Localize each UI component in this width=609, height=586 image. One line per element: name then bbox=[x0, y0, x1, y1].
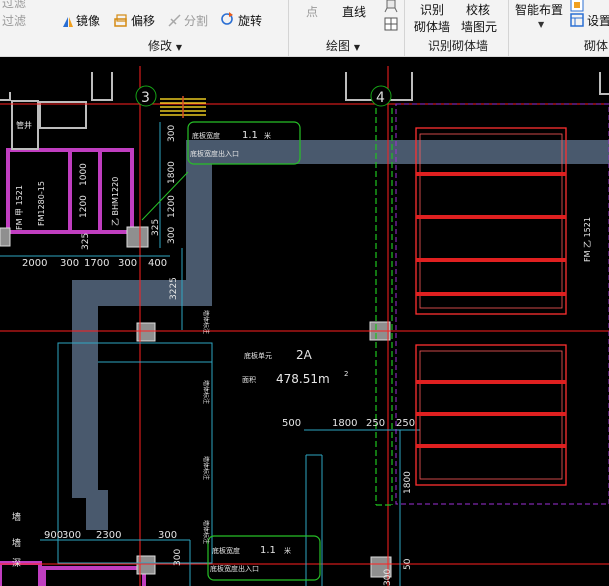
axis-label-4: 4 bbox=[376, 90, 385, 106]
dim-v-300: 300 bbox=[167, 125, 177, 142]
cad-drawing-canvas[interactable]: 3 4 底板宽度 1.1 米 底板宽度出入口 底板宽度 1.1 米 底板宽度出入… bbox=[0, 57, 609, 586]
dim-v-1800: 1800 bbox=[167, 161, 177, 184]
axis-label-3: 3 bbox=[141, 90, 150, 106]
duct-tags: 墙体标注 墙体标注 墙体标注 墙体标注 bbox=[202, 310, 210, 544]
room-name: 2A bbox=[296, 348, 313, 362]
top-walls bbox=[0, 72, 609, 150]
dim-300d: 300 bbox=[158, 530, 177, 541]
dim-2300: 2300 bbox=[96, 530, 121, 541]
dim-v-300b: 300 bbox=[167, 227, 177, 244]
split-button[interactable]: 分割 bbox=[184, 12, 208, 29]
draw-group-text: 绘图 bbox=[326, 39, 351, 53]
draw-group-label[interactable]: 绘图 ▼ bbox=[326, 37, 360, 54]
smart-layout-button[interactable]: 智能布置 bbox=[515, 1, 563, 18]
door-label-bhm: 乙 BHM1220 bbox=[111, 177, 120, 226]
door-label-fm1280: FM1280-15 bbox=[37, 181, 46, 226]
filter-button-2[interactable]: 过滤 bbox=[2, 12, 26, 29]
chevron-down-icon: ▼ bbox=[353, 43, 360, 52]
dim-v-3225: 3225 bbox=[169, 277, 179, 300]
group-divider bbox=[508, 0, 509, 56]
settings-icon bbox=[570, 12, 584, 27]
check-wall-button[interactable]: 校核 bbox=[466, 1, 490, 18]
dim-2000: 2000 bbox=[22, 258, 47, 269]
callout-top-note: 底板宽度出入口 bbox=[190, 149, 239, 158]
svg-text:墙体标注: 墙体标注 bbox=[202, 310, 210, 334]
room-label: 底板单元 bbox=[244, 351, 272, 360]
identify-wall-button[interactable]: 识别 bbox=[420, 1, 444, 18]
dim-300b: 300 bbox=[118, 258, 137, 269]
dim-v-325: 325 bbox=[151, 219, 161, 236]
chevron-down-icon: ▼ bbox=[175, 43, 182, 52]
drawing-svg: 3 4 底板宽度 1.1 米 底板宽度出入口 底板宽度 1.1 米 底板宽度出入… bbox=[0, 66, 609, 586]
dim-small-1200: 1200 bbox=[79, 195, 89, 218]
callout-bottom-unit: 米 bbox=[284, 546, 291, 555]
group-divider bbox=[404, 0, 405, 56]
ribbon-toolbar: 过滤 过滤 镜像 偏移 分割 旋转 修改 ▼ 点 直线 绘图 ▼ 识别 砌体墙 … bbox=[0, 0, 609, 57]
offset-icon bbox=[114, 12, 128, 27]
dim-1800-h: 1800 bbox=[332, 418, 357, 429]
area-superscript: 2 bbox=[344, 370, 348, 378]
dim-900: 900 bbox=[44, 530, 63, 541]
callout-bottom-title: 底板宽度 bbox=[212, 546, 240, 555]
dim-50-v: 50 bbox=[403, 558, 413, 570]
svg-text:墙体标注: 墙体标注 bbox=[202, 520, 210, 544]
point-button[interactable]: 点 bbox=[306, 3, 318, 20]
dim-1800-v: 1800 bbox=[403, 471, 413, 494]
left-text-2: 墙 bbox=[12, 537, 21, 549]
dim-300-v: 300 bbox=[383, 569, 393, 586]
check-wall-button-line2[interactable]: 墙图元 bbox=[461, 18, 497, 35]
wall-settings-icon bbox=[570, 0, 584, 12]
dim-250b: 250 bbox=[396, 418, 415, 429]
chevron-down-icon[interactable]: ▼ bbox=[538, 20, 544, 29]
callout-top bbox=[141, 121, 301, 221]
pin-icon bbox=[384, 0, 398, 13]
mirror-button[interactable]: 镜像 bbox=[76, 12, 100, 29]
dim-300a: 300 bbox=[60, 258, 79, 269]
dim-500: 500 bbox=[282, 418, 301, 429]
filter-button[interactable]: 过滤 bbox=[2, 0, 26, 11]
rotate-button[interactable]: 旋转 bbox=[238, 12, 262, 29]
callout-bottom-note: 底板宽度出入口 bbox=[210, 564, 259, 573]
recognize-group-label: 识别砌体墙 bbox=[428, 39, 489, 53]
callout-bottom-value: 1.1 bbox=[260, 545, 276, 556]
door-label-fm-b: FM 乙 1521 bbox=[583, 217, 592, 262]
masonry-group-label: 砌体 bbox=[584, 39, 609, 53]
dim-1700: 1700 bbox=[84, 258, 109, 269]
dim-small-1000: 1000 bbox=[79, 163, 89, 186]
dim-300-bv: 300 bbox=[173, 549, 183, 566]
grid-icon bbox=[384, 16, 398, 31]
dim-250a: 250 bbox=[366, 418, 385, 429]
callout-top-value: 1.1 bbox=[242, 130, 258, 141]
rotate-icon bbox=[220, 11, 234, 25]
identify-wall-button-line2[interactable]: 砌体墙 bbox=[414, 18, 450, 35]
dim-small-325: 325 bbox=[81, 233, 91, 250]
mirror-icon bbox=[62, 13, 74, 27]
split-icon bbox=[168, 12, 181, 27]
offset-button[interactable]: 偏移 bbox=[131, 12, 155, 29]
modify-group-text: 修改 bbox=[148, 39, 173, 53]
area-value: 478.51m bbox=[276, 372, 330, 386]
well-label: 管井 bbox=[16, 120, 32, 130]
callout-bottom bbox=[207, 535, 321, 581]
settings-button[interactable]: 设置 bbox=[587, 12, 609, 29]
line-button[interactable]: 直线 bbox=[342, 3, 366, 20]
dim-v-1200: 1200 bbox=[167, 195, 177, 218]
dim-300c: 300 bbox=[62, 530, 81, 541]
left-text-3: 深 bbox=[12, 558, 21, 569]
storage-dividers bbox=[416, 172, 566, 448]
group-divider bbox=[288, 0, 289, 56]
svg-text:墙体标注: 墙体标注 bbox=[202, 380, 210, 404]
stair-hatch bbox=[160, 96, 206, 118]
storage-frames bbox=[415, 127, 567, 486]
left-text-1: 墙 bbox=[12, 511, 21, 523]
green-dashed bbox=[375, 108, 393, 506]
dim-400: 400 bbox=[148, 258, 167, 269]
area-label: 面积 bbox=[242, 375, 256, 384]
callout-top-title: 底板宽度 bbox=[192, 131, 220, 140]
door-label-fm-a: FM 甲 1521 bbox=[15, 185, 24, 230]
modify-group-label[interactable]: 修改 ▼ bbox=[148, 37, 182, 54]
svg-text:墙体标注: 墙体标注 bbox=[202, 456, 210, 480]
callout-top-unit: 米 bbox=[264, 131, 271, 140]
